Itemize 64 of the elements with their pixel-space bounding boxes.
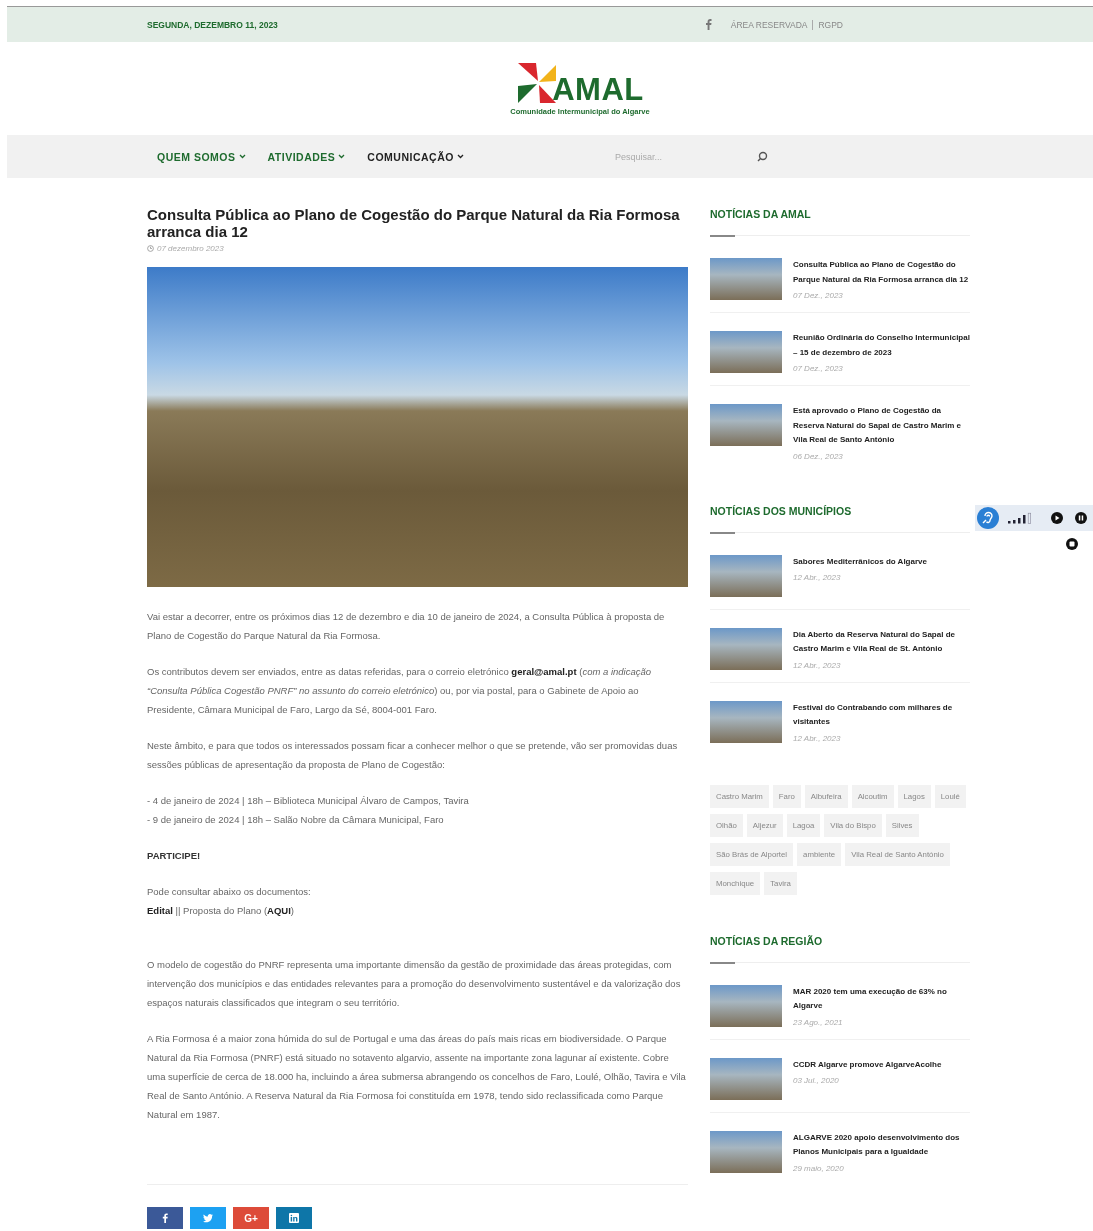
news-date: 07 Dez., 2023 bbox=[793, 364, 844, 373]
news-date: 12 Abr., 2023 bbox=[793, 660, 842, 670]
nav-menu-item[interactable]: ATIVIDADES bbox=[267, 150, 346, 163]
news-date: 29 maio, 2020 bbox=[793, 1163, 845, 1173]
play-icon[interactable] bbox=[1051, 512, 1063, 524]
text-line: - 4 de janeiro de 2024 | 18h – Biblioteca Municipal Álvaro de Campos, Tavira bbox=[147, 794, 470, 808]
paragraph: O modelo de cogestão do PNRF representa uma importante dimensão da gestão de proximidade das áreas protegidas, com intervenção dos municípios e das entidades relevantes para a promoção do desenvolvimento sustentável e da valorização dos espaços naturais classificados que integram o seu território. bbox=[147, 958, 682, 1010]
news-link[interactable]: Está aprovado o Plano de Cogestão da Reserva Natural do Sapal de Castro Marim e Vila Real de Santo António bbox=[793, 404, 970, 448]
facebook-icon bbox=[160, 1213, 170, 1223]
photo-placeholder[interactable] bbox=[710, 1130, 782, 1173]
text-line: Pode consultar abaixo os documentos: bbox=[147, 885, 312, 899]
twitter-share-button[interactable] bbox=[190, 1207, 226, 1229]
bird-icon bbox=[203, 1213, 213, 1223]
news-date: 06 Dez., 2023 bbox=[793, 451, 844, 461]
news-link[interactable]: Reunião Ordinária do Conselho Intermunicipal – 15 de dezembro de 2023 bbox=[793, 331, 970, 360]
current-date: SEGUNDA, DEZEMBRO 11, 2023 bbox=[147, 19, 278, 30]
news-link[interactable]: Sabores Mediterrânicos do Algarve bbox=[793, 554, 927, 569]
photo-placeholder[interactable] bbox=[710, 1057, 782, 1100]
news-link[interactable]: Dia Aberto da Reserva Natural do Sapal de Castro Marim e Vila Real de St. António bbox=[793, 627, 970, 657]
news-link[interactable]: CCDR Algarve promove AlgarveAcolhe bbox=[793, 1057, 942, 1072]
linkedin-icon bbox=[289, 1213, 299, 1223]
google-plus-share-button[interactable]: G+ bbox=[233, 1207, 269, 1229]
section-title: NOTÍCIAS DA REGIÃO bbox=[710, 933, 824, 947]
search-icon[interactable] bbox=[757, 151, 768, 162]
news-date: 12 Abr., 2023 bbox=[793, 573, 842, 582]
text-line: Edital || Proposta do Plano (AQUI) bbox=[147, 904, 295, 918]
news-date: 12 Abr., 2023 bbox=[793, 733, 842, 743]
nav-menu-item[interactable]: QUEM SOMOS bbox=[157, 150, 246, 163]
news-link[interactable]: ALGARVE 2020 apoio desenvolvimento dos Planos Municipais para a Igualdade bbox=[793, 1130, 970, 1160]
photo-placeholder[interactable] bbox=[710, 627, 782, 670]
paragraph: Neste âmbito, e para que todos os interessados possam ficar a conhecer melhor o que se pretende, vão ser promovidas duas sessões públicas de apresentação da proposta de Plano de Cogestão: bbox=[147, 739, 679, 772]
news-link[interactable]: Festival do Contrabando com milhares de visitantes bbox=[793, 700, 970, 730]
clock-icon bbox=[147, 245, 154, 252]
photo-placeholder[interactable] bbox=[710, 554, 782, 597]
paragraph: A Ria Formosa é a maior zona húmida do sul de Portugal e uma das áreas do país mais ricas em biodiversidade. O Parque Natural da Ria Formosa (PNRF) está situado no sotavento algarvio, assente na importante zona lagunar aí existente. Cobre uma superfície de cerca de 18.000 ha, incluindo a área submersa abrangendo os concelhos de Faro, Loulé, Olhão, Tavira e Vila Real de Santo António. A Reserva Natural da Ria Formosa foi constituída em 1978, tendo sido reclassificada como Parque Natural em 1987. bbox=[147, 1032, 687, 1122]
article-title: Consulta Pública ao Plano de Cogestão do Parque Natural da Ria Formosa arranca dia 12 bbox=[147, 206, 681, 240]
news-date: 03 Jul., 2020 bbox=[793, 1076, 840, 1085]
ear-icon[interactable] bbox=[977, 507, 999, 529]
caret-icon bbox=[338, 154, 346, 159]
article-date: 07 dezembro 2023 bbox=[157, 244, 224, 253]
paragraph: Os contributos devem ser enviados, entre as datas referidas, para o correio eletrónico geral@amal.pt (com a indicação “Consulta Pública Cogestão PNRF” no assunto do correio eletrónico) ou, por via postal, para o Gabinete de Apoio ao Presidente, Câmara Municipal de Faro, Largo da Sé, 8004-001 Faro. bbox=[147, 665, 653, 717]
news-link[interactable]: MAR 2020 tem uma execução de 63% no Algarve bbox=[793, 984, 970, 1014]
nav-menu-item[interactable]: COMUNICAÇÃO bbox=[367, 150, 464, 163]
stop-icon[interactable] bbox=[1066, 538, 1078, 550]
facebook-icon[interactable] bbox=[704, 19, 712, 30]
news-date: 23 Ago., 2021 bbox=[793, 1017, 844, 1027]
facebook-share-button[interactable] bbox=[147, 1207, 183, 1229]
top-link[interactable]: ÁREA RESERVADA bbox=[730, 19, 808, 30]
call-to-action-text: PARTICIPE! bbox=[147, 849, 202, 863]
top-link[interactable]: RGPD bbox=[812, 19, 843, 30]
section-title: NOTÍCIAS DOS MUNICÍPIOS bbox=[710, 503, 853, 517]
news-link[interactable]: Consulta Pública ao Plano de Cogestão do Parque Natural da Ria Formosa arranca dia 12 bbox=[793, 258, 970, 287]
photo-placeholder[interactable] bbox=[710, 984, 782, 1027]
linkedin-share-button[interactable] bbox=[276, 1207, 312, 1229]
search-field[interactable]: Pesquisar... bbox=[613, 150, 697, 163]
paragraph: Vai estar a decorrer, entre os próximos dias 12 de dezembro e dia 10 de janeiro de 2024, a Consulta Pública à proposta de Plano de Cogestão do Parque Natural da Ria Formosa. bbox=[147, 610, 666, 643]
caret-icon bbox=[238, 154, 246, 159]
logo-wordmark: AMAL bbox=[552, 75, 644, 105]
photo-placeholder[interactable] bbox=[710, 700, 782, 743]
text-line: - 9 de janeiro de 2024 | 18h – Salão Nobre da Câmara Municipal, Faro bbox=[147, 813, 445, 827]
news-date: 07 Dez., 2023 bbox=[793, 291, 844, 300]
pause-icon[interactable] bbox=[1075, 512, 1087, 524]
caret-icon bbox=[456, 154, 464, 159]
section-title: NOTÍCIAS DA AMAL bbox=[710, 207, 812, 220]
